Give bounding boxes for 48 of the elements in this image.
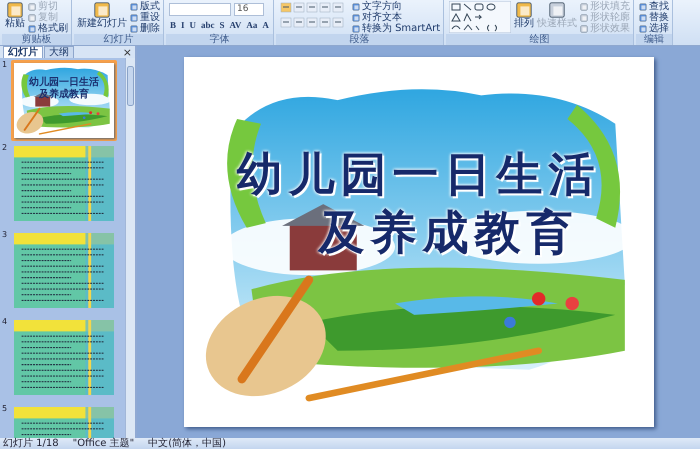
- toolbar-icon: [6, 1, 24, 19]
- status-text: 幻灯片 1/18: [3, 438, 59, 449]
- close-button[interactable]: ×: [120, 47, 135, 58]
- ribbon-button[interactable]: 替换: [639, 12, 670, 23]
- shapes-gallery-drawing: [449, 1, 512, 33]
- ribbon-button[interactable]: 新建幻灯片: [77, 1, 127, 29]
- group-label: 幻灯片: [74, 34, 163, 45]
- slide-number: 2: [2, 143, 8, 153]
- toolbar-icon: [93, 1, 111, 19]
- font-name-field[interactable]: [169, 3, 231, 16]
- toolbar-icon: [548, 1, 566, 19]
- group-label: 字体: [166, 34, 273, 45]
- ribbon-button[interactable]: 转换为 SmartArt: [352, 23, 440, 34]
- format-button[interactable]: B: [169, 20, 178, 31]
- ribbon-button[interactable]: 删除: [130, 23, 160, 34]
- scrollbar[interactable]: [125, 58, 135, 438]
- ribbon-button[interactable]: 版式: [130, 1, 160, 12]
- slide-number: 3: [2, 230, 8, 240]
- ribbon-button[interactable]: 排列: [514, 1, 534, 29]
- group-label: 编辑: [636, 34, 672, 45]
- format-button[interactable]: abc: [200, 20, 216, 31]
- format-button[interactable]: AV: [228, 20, 242, 31]
- status-text: "Office 主题": [72, 438, 134, 449]
- ribbon-button[interactable]: 选择: [639, 23, 670, 34]
- ribbon-button[interactable]: 重设: [130, 12, 160, 23]
- panel-tab[interactable]: 大纲: [44, 46, 74, 58]
- ribbon-button[interactable]: 格式刷: [28, 23, 68, 34]
- group-label: 剪贴板: [2, 34, 71, 45]
- thumbnail-title: 幼儿园一日生活: [29, 77, 99, 88]
- status-text: 中文(简体，中国): [148, 438, 226, 449]
- scroll-thumb-icon: [127, 66, 134, 106]
- format-button[interactable]: S: [218, 20, 226, 31]
- ribbon-button[interactable]: 粘贴: [5, 1, 25, 29]
- font-size-field[interactable]: 16: [234, 3, 264, 16]
- group-label: 绘图: [446, 34, 634, 45]
- group-label: 段落: [276, 34, 444, 45]
- format-button[interactable]: A: [261, 20, 270, 31]
- ribbon-button[interactable]: 查找: [639, 1, 670, 12]
- panel-tab[interactable]: 幻灯片: [3, 46, 43, 58]
- ribbon-button[interactable]: 对齐文本: [352, 12, 440, 23]
- slide-number: 4: [2, 317, 8, 327]
- ribbon-button[interactable]: 文字方向: [352, 1, 440, 12]
- slide-number: 1: [2, 60, 8, 70]
- slide-number: 5: [2, 404, 8, 414]
- format-button[interactable]: I: [180, 20, 186, 31]
- toolbar-icon: [515, 1, 534, 19]
- format-button[interactable]: Aa: [245, 20, 258, 31]
- format-button[interactable]: U: [188, 20, 198, 31]
